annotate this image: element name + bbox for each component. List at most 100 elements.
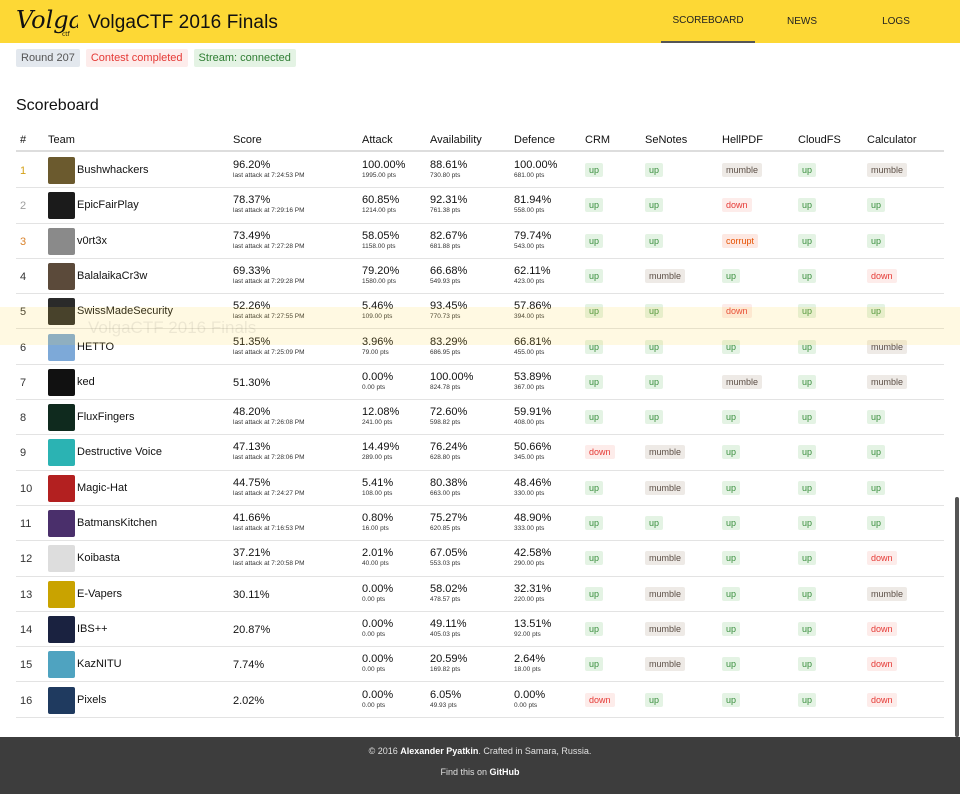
defence-cell: 48.46% 330.00 pts (514, 477, 551, 497)
attack-cell: 60.85% 1214.00 pts (362, 194, 399, 214)
availability-value: 72.60% (430, 406, 468, 419)
team-name[interactable]: KazNITU (77, 658, 122, 670)
team-name[interactable]: BatmansKitchen (77, 517, 157, 529)
team-avatar[interactable] (48, 615, 75, 643)
score-value: 48.20% (233, 406, 271, 419)
senotes-status-badge: up (645, 410, 664, 425)
defence-points: 330.00 pts (514, 489, 545, 497)
team-avatar[interactable] (48, 510, 75, 537)
last-attack-time: last attack at 7:20:58 PM (233, 560, 305, 568)
attack-points: 241.00 pts (362, 419, 393, 427)
page-title: Scoreboard (16, 97, 99, 114)
team-name[interactable]: Magic-Hat (77, 482, 127, 494)
nav-scoreboard[interactable]: SCOREBOARD (661, 0, 755, 43)
crm-status-badge: up (585, 586, 604, 601)
crm-status-badge: up (585, 198, 604, 213)
team-name[interactable]: EpicFairPlay (77, 199, 139, 211)
rank-number: 3 (20, 235, 27, 248)
score-value: 41.66% (233, 512, 271, 524)
defence-cell: 79.74% 543.00 pts (514, 230, 551, 250)
cloudfs-status-badge: up (798, 233, 817, 248)
team-name[interactable]: ked (77, 376, 95, 388)
senotes-status-badge: up (645, 692, 664, 707)
team-avatar[interactable] (48, 545, 75, 573)
attack-points: 16.00 pts (362, 525, 389, 532)
senotes-status-badge: mumble (645, 551, 686, 566)
attack-value: 5.41% (362, 476, 394, 489)
availability-value: 88.61% (430, 159, 468, 171)
team-avatar[interactable] (48, 227, 75, 255)
defence-points: 558.00 pts (514, 207, 545, 215)
nav-logs[interactable]: LOGS (864, 0, 928, 43)
attack-cell: 0.00% 0.00 pts (362, 618, 393, 638)
defence-value: 79.74% (514, 229, 552, 242)
team-avatar[interactable] (48, 262, 75, 290)
defence-value: 53.89% (514, 370, 552, 383)
availability-value: 67.05% (430, 547, 468, 560)
availability-cell: 76.24% 628.80 pts (430, 441, 467, 461)
team-avatar[interactable] (48, 404, 75, 432)
team-avatar[interactable] (48, 651, 75, 679)
attack-cell: 79.20% 1580.00 pts (362, 265, 399, 285)
score-value: 78.37% (233, 194, 271, 207)
table-row: 2 EpicFairPlay 78.37% last attack at 7:29:1… (16, 188, 944, 224)
availability-points: 49.93 pts (430, 701, 457, 709)
score-cell: 2.02% (233, 695, 264, 707)
scrollbar[interactable] (955, 497, 959, 737)
calculator-status-badge: up (867, 445, 886, 460)
team-avatar[interactable] (48, 580, 75, 608)
availability-value: 20.59% (430, 653, 468, 666)
calculator-status-badge: mumble (867, 586, 908, 601)
team-name[interactable]: v0rt3x (77, 235, 107, 247)
attack-cell: 0.00% 0.00 pts (362, 653, 393, 673)
team-avatar[interactable] (48, 439, 75, 467)
team-avatar[interactable] (48, 192, 75, 220)
team-name[interactable]: Pixels (77, 694, 106, 706)
defence-points: 333.00 pts (514, 525, 545, 532)
defence-value: 13.51% (514, 617, 552, 630)
cloudfs-status-badge: up (798, 374, 817, 389)
calculator-status-badge: up (867, 233, 886, 248)
team-avatar[interactable] (48, 368, 75, 396)
crm-status-badge: up (585, 410, 604, 425)
cloudfs-status-badge: up (798, 516, 817, 530)
team-avatar[interactable] (48, 474, 75, 502)
team-name[interactable]: BalalaikaCr3w (77, 270, 147, 282)
calculator-status-badge: down (867, 268, 897, 283)
hellpdf-status-badge: up (722, 410, 741, 425)
github-link[interactable]: GitHub (490, 767, 520, 777)
attack-value: 0.80% (362, 512, 394, 524)
team-name[interactable]: IBS++ (77, 623, 108, 635)
availability-cell: 82.67% 681.88 pts (430, 230, 467, 250)
attack-value: 79.20% (362, 264, 400, 277)
attack-value: 14.49% (362, 441, 400, 454)
table-row: 13 E-Vapers 30.11% 0.00% 0.00 pts 58.02% 478.5… (16, 577, 944, 612)
attack-points: 0.00 pts (362, 595, 386, 603)
team-avatar[interactable] (48, 157, 75, 184)
author-link[interactable]: Alexander Pyatkin (400, 746, 478, 756)
team-name[interactable]: FluxFingers (77, 411, 134, 423)
nav-news[interactable]: NEWS (770, 0, 834, 43)
cloudfs-status-badge: up (798, 445, 817, 460)
score-cell: 37.21% last attack at 7:20:58 PM (233, 547, 305, 567)
availability-points: 730.80 pts (430, 172, 461, 179)
team-avatar[interactable] (48, 686, 75, 714)
hellpdf-status-badge: up (722, 516, 741, 530)
table-row: 8 FluxFingers 48.20% last attack at 7:26:08… (16, 400, 944, 436)
senotes-status-badge: mumble (645, 268, 686, 283)
team-name[interactable]: E-Vapers (77, 588, 122, 600)
crm-status-badge: up (585, 233, 604, 248)
defence-points: 92.00 pts (514, 630, 541, 638)
team-name[interactable]: Destructive Voice (77, 446, 162, 458)
rank-number: 10 (20, 482, 33, 495)
calculator-status-badge: up (867, 516, 886, 530)
rank-number: 16 (20, 694, 33, 707)
score-cell: 20.87% (233, 624, 270, 636)
team-name[interactable]: Koibasta (77, 552, 120, 564)
table-row: 1 Bushwhackers 96.20% last attack at 7:24:5… (16, 153, 944, 189)
volgactf-logo[interactable]: Volga ctf (14, 2, 78, 38)
availability-cell: 6.05% 49.93 pts (430, 689, 461, 709)
defence-value: 59.91% (514, 406, 552, 419)
team-name[interactable]: Bushwhackers (77, 164, 149, 176)
senotes-status-badge: up (645, 374, 664, 389)
